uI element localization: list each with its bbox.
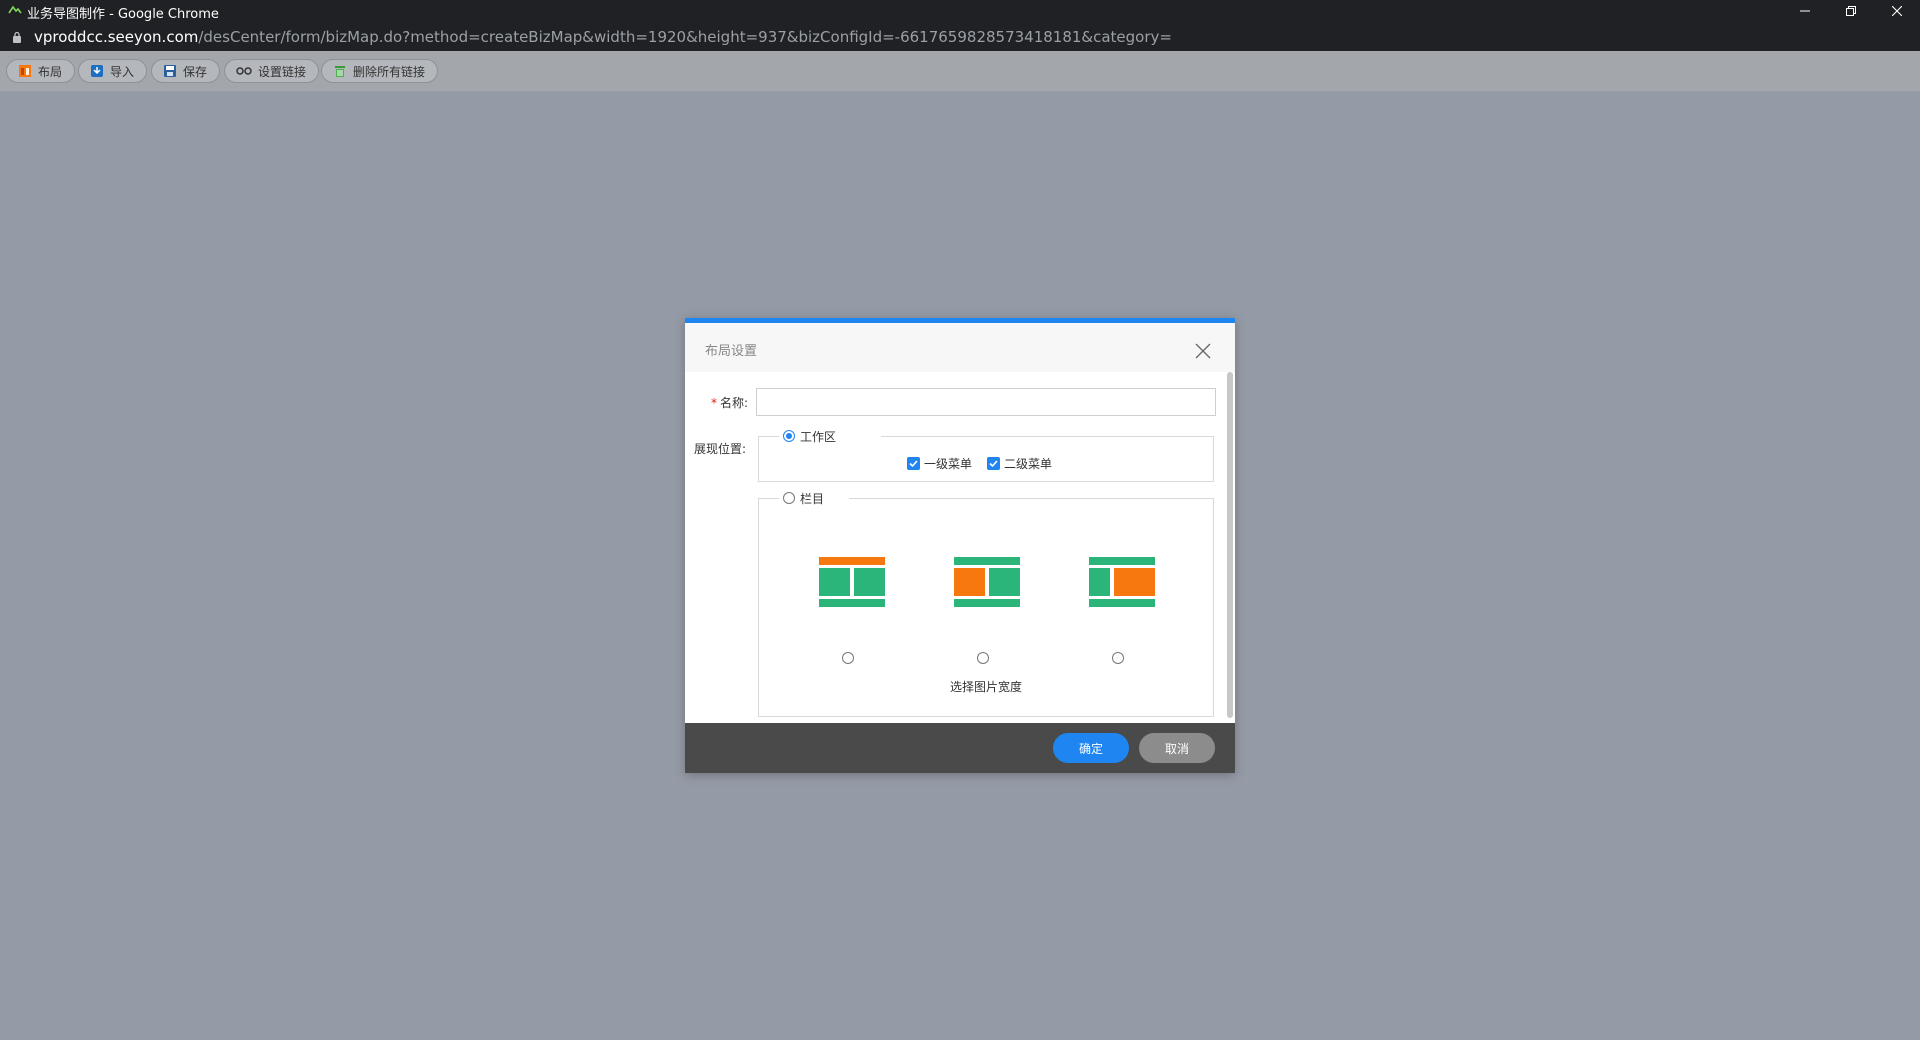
save-button-label: 保存 — [183, 64, 208, 79]
import-button[interactable]: 导入 — [78, 59, 148, 83]
app-toolbar: 布局 导入 保存 设置链接 删除所有链接 — [0, 51, 1920, 91]
layout-button[interactable]: 布局 — [6, 59, 76, 83]
second-level-menu-checkbox-item[interactable]: 二级菜单 — [987, 455, 1052, 472]
minimize-icon — [1800, 10, 1810, 12]
dialog-title: 布局设置 — [705, 344, 758, 359]
save-button[interactable]: 保存 — [151, 59, 221, 83]
dialog-scrollbar[interactable] — [1227, 372, 1233, 718]
lock-icon — [13, 31, 21, 43]
set-link-button-label: 设置链接 — [258, 64, 307, 79]
url-host: vproddcc.seeyon.com — [34, 28, 199, 46]
browser-titlebar: 业务导图制作 - Google Chrome vproddcc.seeyon.c… — [0, 0, 1920, 51]
workspace-label: 工作区 — [800, 429, 837, 444]
restore-button[interactable] — [1828, 0, 1874, 22]
position-label: 展现位置: — [694, 442, 747, 456]
second-level-menu-label: 二级菜单 — [1004, 457, 1053, 471]
trash-icon — [335, 66, 345, 77]
cancel-button[interactable]: 取消 — [1139, 733, 1215, 763]
layout-icon — [19, 65, 31, 77]
required-mark: * — [711, 396, 717, 410]
layout-option-2-radio[interactable] — [977, 652, 989, 664]
layout-left-orange-icon[interactable] — [953, 556, 1021, 616]
name-label-text: 名称: — [720, 396, 749, 410]
dialog-footer: 确定 取消 — [685, 723, 1235, 773]
column-option[interactable]: 栏目 — [779, 491, 849, 506]
second-level-menu-checkbox[interactable] — [987, 457, 1000, 470]
set-link-button[interactable]: 设置链接 — [224, 59, 320, 83]
address-bar[interactable]: vproddcc.seeyon.com/desCenter/form/bizMa… — [0, 24, 1920, 50]
first-level-menu-label: 一级菜单 — [924, 457, 973, 471]
restore-icon — [1846, 6, 1856, 16]
import-button-label: 导入 — [110, 64, 135, 79]
layout-option-3-radio[interactable] — [1112, 652, 1124, 664]
checkmark-icon — [989, 460, 998, 468]
close-icon — [1892, 6, 1902, 16]
first-level-menu-checkbox[interactable] — [907, 457, 920, 470]
save-icon — [164, 65, 176, 77]
url-text[interactable]: vproddcc.seeyon.com/desCenter/form/bizMa… — [34, 28, 1172, 46]
link-icon — [236, 67, 252, 75]
first-level-menu-checkbox-item[interactable]: 一级菜单 — [907, 455, 972, 472]
window-title: 业务导图制作 - Google Chrome — [27, 7, 219, 22]
column-radio[interactable] — [783, 492, 795, 504]
close-icon[interactable] — [1193, 341, 1213, 361]
delete-all-links-button[interactable]: 删除所有链接 — [321, 59, 439, 83]
checkmark-icon — [909, 460, 918, 468]
url-path: /desCenter/form/bizMap.do?method=createB… — [198, 28, 1172, 46]
import-icon — [91, 65, 103, 77]
workspace-radio[interactable] — [783, 430, 795, 442]
layout-settings-dialog: 布局设置 * 名称: 展现位置: 工作区 一级菜单 二级菜单 栏目 选择图片宽度… — [685, 318, 1235, 773]
column-label: 栏目 — [800, 491, 825, 506]
dialog-header: 布局设置 — [685, 323, 1235, 372]
layout-option-1-radio[interactable] — [842, 652, 854, 664]
window-title-row: 业务导图制作 - Google Chrome — [0, 0, 1920, 22]
app-icon — [8, 5, 22, 14]
layout-button-label: 布局 — [38, 64, 63, 79]
minimize-button[interactable] — [1782, 0, 1828, 22]
image-width-hint: 选择图片宽度 — [950, 680, 1023, 694]
layout-top-orange-icon[interactable] — [818, 556, 886, 616]
workspace-option[interactable]: 工作区 — [779, 429, 881, 444]
name-input[interactable] — [756, 388, 1216, 416]
name-label: * 名称: — [711, 394, 748, 411]
layout-right-orange-icon[interactable] — [1088, 556, 1156, 616]
delete-all-links-button-label: 删除所有链接 — [353, 64, 426, 79]
close-window-button[interactable] — [1874, 0, 1920, 22]
confirm-button[interactable]: 确定 — [1053, 733, 1129, 763]
